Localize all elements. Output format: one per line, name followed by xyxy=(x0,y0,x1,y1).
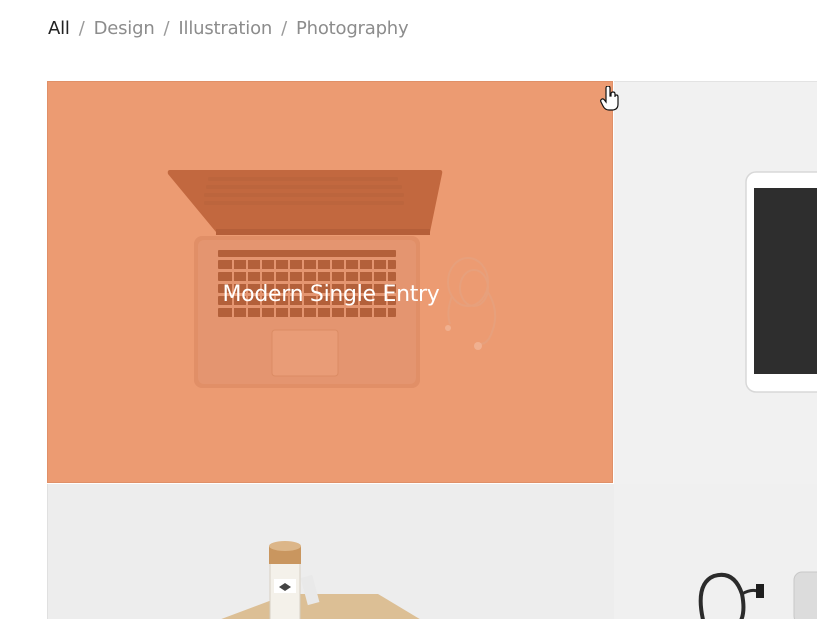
portfolio-grid: Modern Single Entry xyxy=(47,81,817,619)
filter-separator: / xyxy=(281,17,287,39)
pointer-hand-icon xyxy=(600,86,620,112)
filter-separator: / xyxy=(163,17,170,39)
portfolio-filter-bar: All / Design / Illustration / Photograph… xyxy=(48,16,409,40)
filter-all[interactable]: All xyxy=(48,18,70,39)
portfolio-item-bottle[interactable] xyxy=(47,484,614,619)
filter-design[interactable]: Design xyxy=(94,18,155,39)
filter-photography[interactable]: Photography xyxy=(296,18,409,39)
portfolio-item-cable[interactable] xyxy=(614,484,817,619)
portfolio-item-title: Modern Single Entry xyxy=(222,282,440,307)
portfolio-item-laptop[interactable]: Modern Single Entry xyxy=(47,81,613,483)
bottle-image xyxy=(221,541,420,619)
filter-illustration[interactable]: Illustration xyxy=(178,18,272,39)
filter-separator: / xyxy=(78,17,85,39)
tablet-image xyxy=(745,171,817,393)
cable-image xyxy=(698,571,817,619)
portfolio-item-tablet[interactable] xyxy=(614,81,817,484)
